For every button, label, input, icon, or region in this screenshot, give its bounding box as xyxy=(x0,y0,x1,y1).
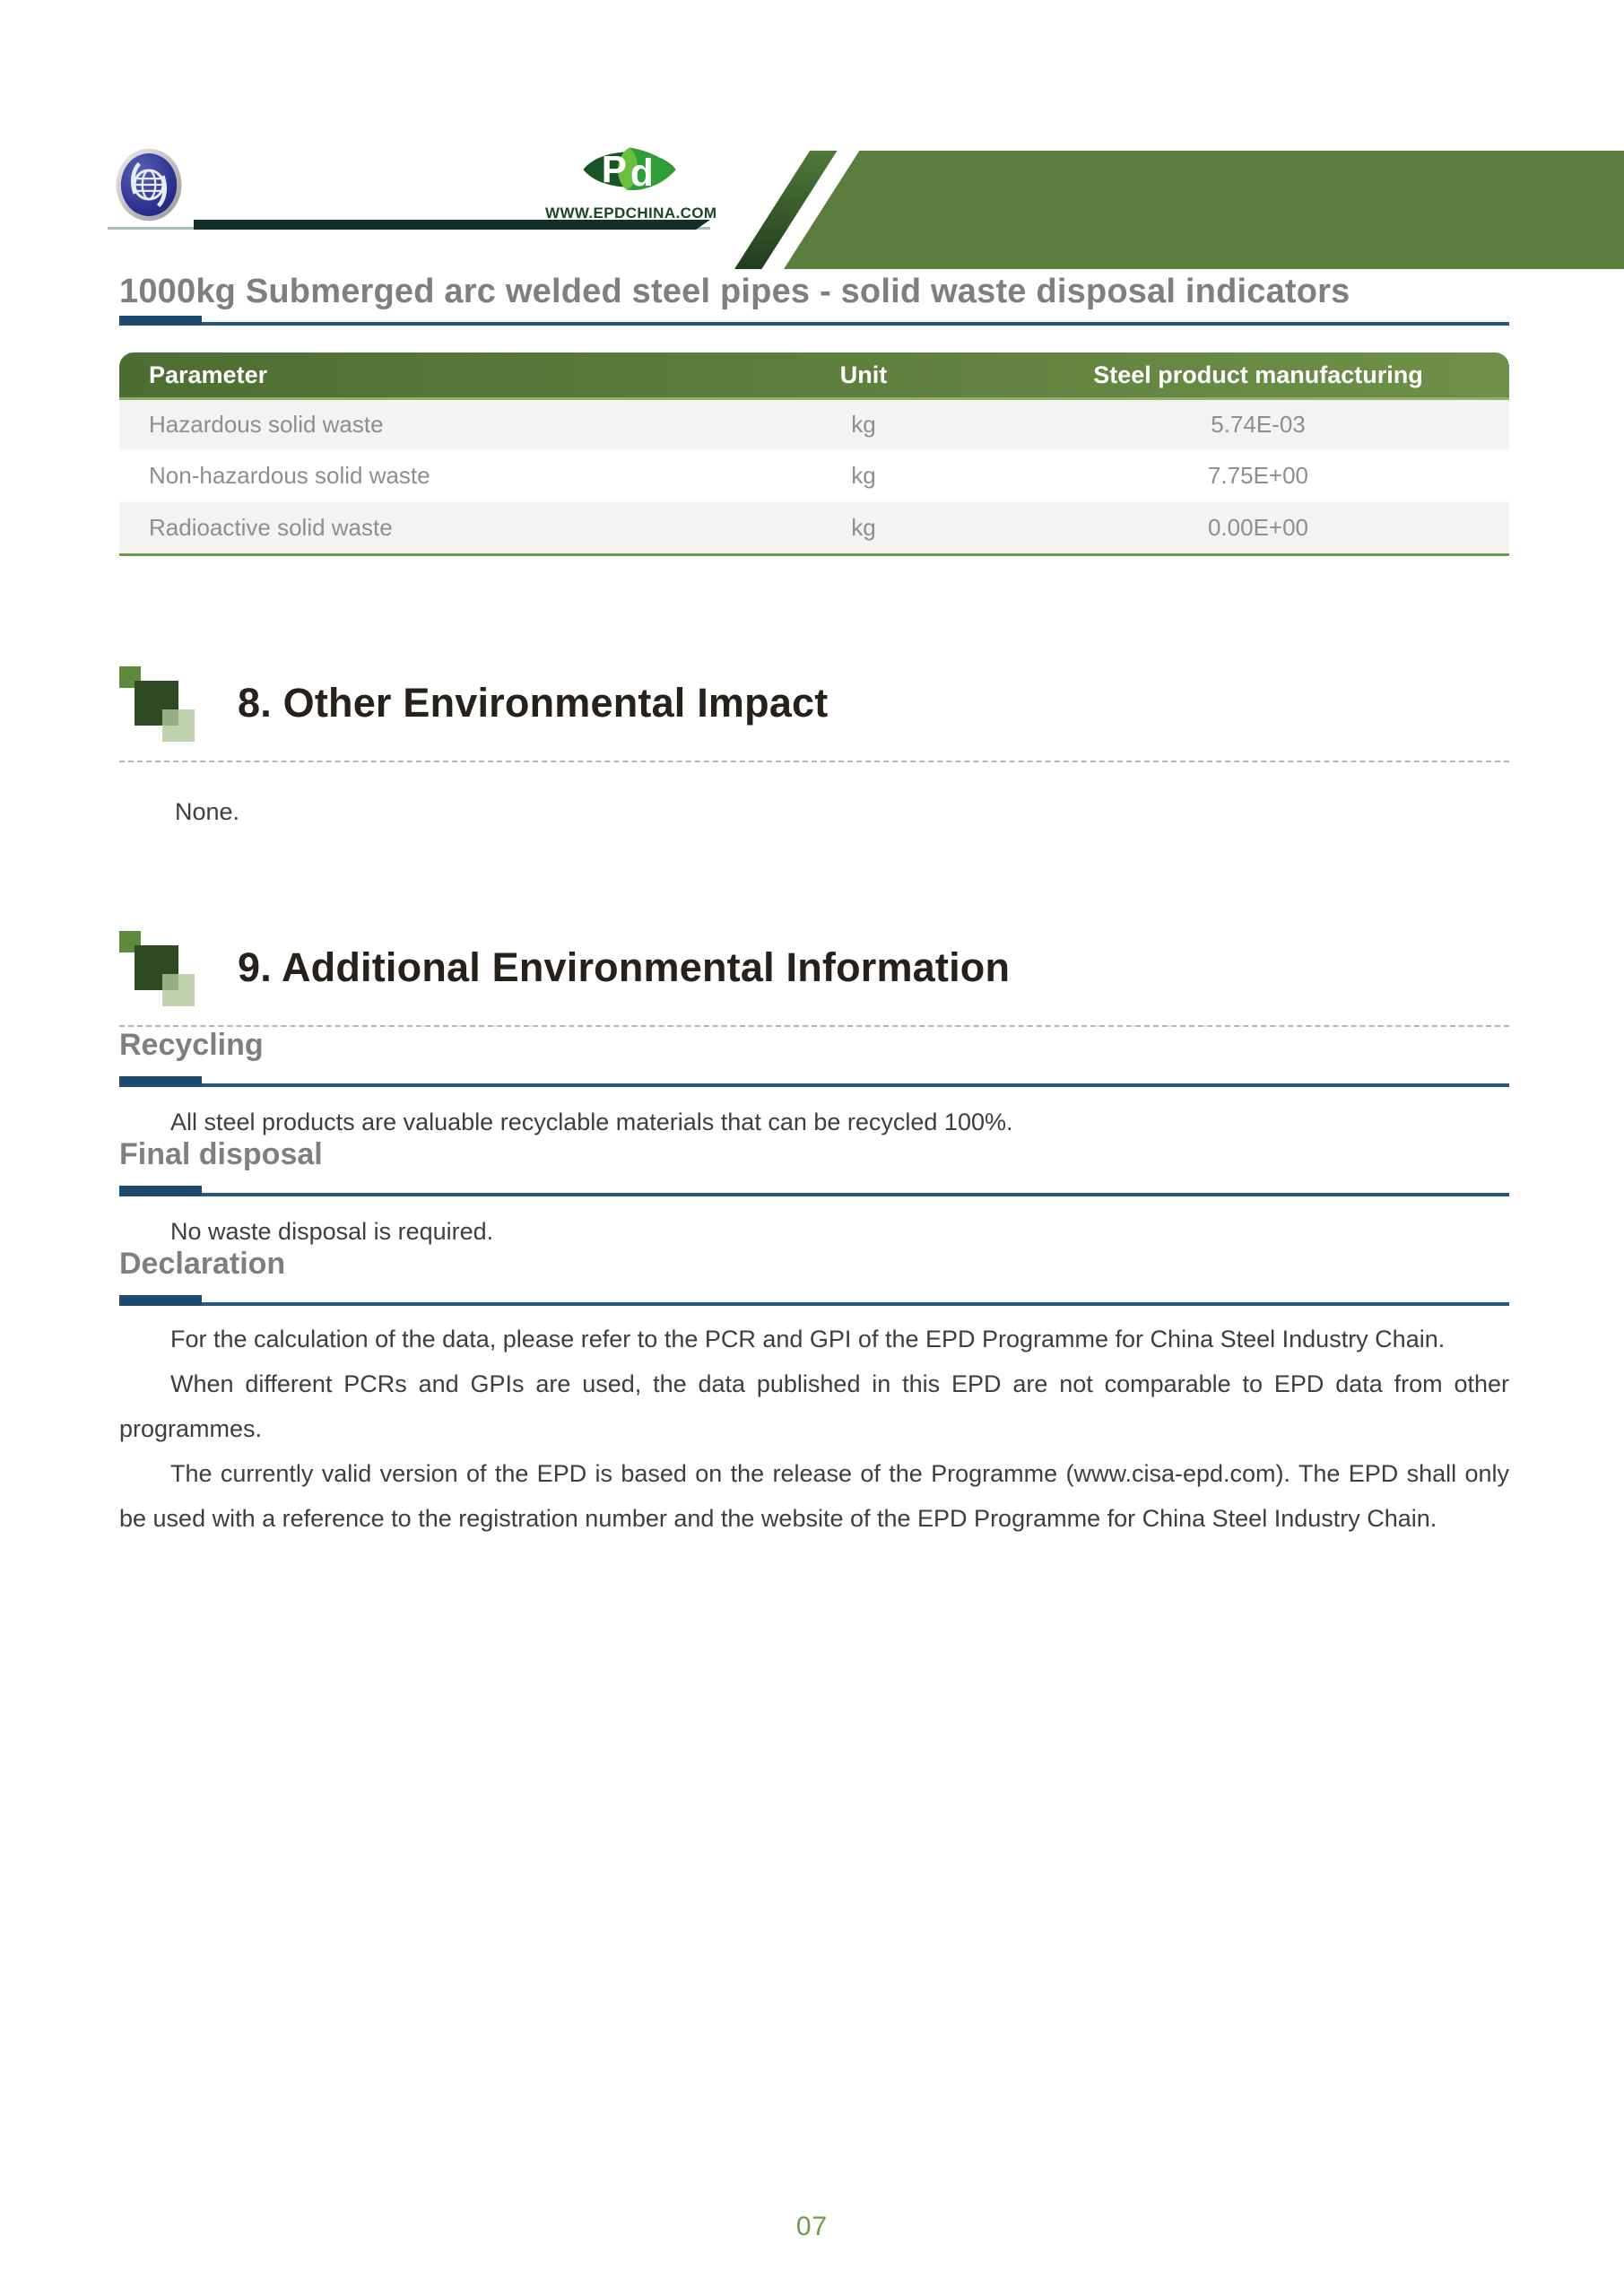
section-9-title: 9. Additional Environmental Information xyxy=(238,944,1010,991)
declaration-rule xyxy=(119,1295,1509,1306)
table-header-row: Parameter Unit Steel product manufacturi… xyxy=(119,352,1509,400)
cell-value: 0.00E+00 xyxy=(1007,514,1509,542)
declaration-heading: Declaration xyxy=(119,1246,1509,1282)
indicators-table: Parameter Unit Steel product manufacturi… xyxy=(119,352,1509,556)
epd-china-logo: P d WWW.EPDCHINA.COM xyxy=(545,140,714,222)
page-number: 07 xyxy=(0,2212,1624,2242)
declaration-paragraph: The currently valid version of the EPD i… xyxy=(119,1451,1509,1541)
cell-unit: kg xyxy=(720,411,1007,439)
epd-eye-icon: P d xyxy=(579,187,680,203)
cell-value: 5.74E-03 xyxy=(1007,411,1509,439)
cell-parameter: Hazardous solid waste xyxy=(119,411,720,439)
svg-text:d: d xyxy=(630,152,654,194)
final-disposal-body: No waste disposal is required. xyxy=(119,1218,1509,1246)
cell-parameter: Radioactive solid waste xyxy=(119,514,720,542)
cell-unit: kg xyxy=(720,514,1007,542)
title-rule xyxy=(119,316,1509,326)
document-page: P d WWW.EPDCHINA.COM 1000kg Submerged ar… xyxy=(0,0,1624,2296)
green-squares-icon xyxy=(119,662,196,744)
declaration-paragraph: When different PCRs and GPIs are used, t… xyxy=(119,1361,1509,1451)
declaration-paragraphs: For the calculation of the data, please … xyxy=(119,1317,1509,1541)
table-row: Hazardous solid waste kg 5.74E-03 xyxy=(119,400,1509,451)
final-disposal-heading: Final disposal xyxy=(119,1136,1509,1172)
globe-badge-icon xyxy=(115,147,183,227)
section-9-header: 9. Additional Environmental Information xyxy=(119,926,1509,1009)
section-8-header: 8. Other Environmental Impact xyxy=(119,662,1509,744)
cell-unit: kg xyxy=(720,462,1007,490)
table-body: Hazardous solid waste kg 5.74E-03 Non-ha… xyxy=(119,400,1509,556)
cell-value: 7.75E+00 xyxy=(1007,462,1509,490)
header-stripe-big xyxy=(784,151,1624,269)
section-divider xyxy=(119,761,1509,762)
declaration-paragraph: For the calculation of the data, please … xyxy=(119,1317,1509,1361)
table-row: Non-hazardous solid waste kg 7.75E+00 xyxy=(119,451,1509,502)
section-8-body: None. xyxy=(119,798,1509,826)
recycling-body: All steel products are valuable recyclab… xyxy=(119,1109,1509,1136)
column-header-manufacturing: Steel product manufacturing xyxy=(1007,361,1509,389)
page-title: 1000kg Submerged arc welded steel pipes … xyxy=(119,271,1509,312)
header-rule-dark xyxy=(194,220,710,230)
green-squares-icon xyxy=(119,926,196,1009)
section-8-title: 8. Other Environmental Impact xyxy=(238,680,828,726)
recycling-rule xyxy=(119,1076,1509,1087)
svg-text:P: P xyxy=(602,148,627,190)
table-row: Radioactive solid waste kg 0.00E+00 xyxy=(119,502,1509,553)
column-header-parameter: Parameter xyxy=(119,361,720,389)
cell-parameter: Non-hazardous solid waste xyxy=(119,462,720,490)
recycling-heading: Recycling xyxy=(119,1027,1509,1063)
final-disposal-rule xyxy=(119,1186,1509,1196)
column-header-unit: Unit xyxy=(720,361,1007,389)
